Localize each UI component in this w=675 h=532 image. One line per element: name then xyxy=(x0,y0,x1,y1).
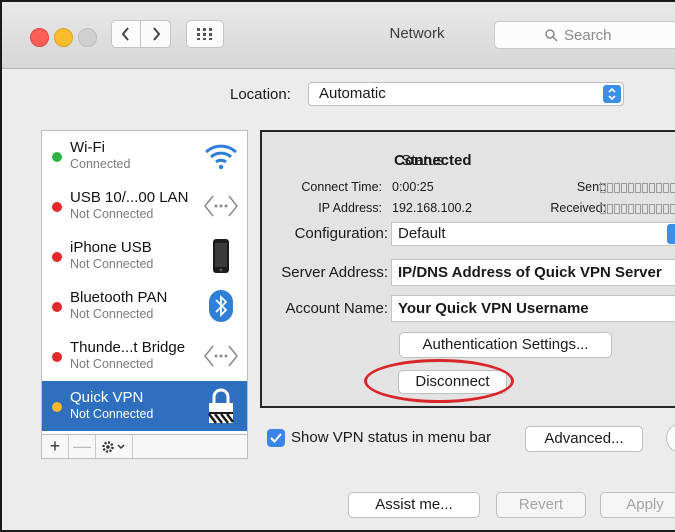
service-name: iPhone USB xyxy=(70,239,152,256)
status-dot xyxy=(52,302,62,312)
gear-icon xyxy=(102,440,125,453)
connect-time-value: 0:00:25 xyxy=(392,180,434,194)
location-value: Automatic xyxy=(319,85,386,102)
vpn-lock-icon xyxy=(202,387,240,425)
zoom-window-button[interactable] xyxy=(78,28,97,47)
service-name: Quick VPN xyxy=(70,389,144,406)
highlight-ring xyxy=(364,359,514,403)
location-label: Location: xyxy=(230,86,291,103)
search-placeholder: Search xyxy=(564,26,612,44)
status-dot xyxy=(52,202,62,212)
service-status: Not Connected xyxy=(70,207,154,221)
grid-icon xyxy=(197,28,212,40)
search-field[interactable]: Search xyxy=(494,21,675,49)
ip-address-label: IP Address: xyxy=(318,201,382,215)
bluetooth-icon xyxy=(202,287,240,325)
status-dot xyxy=(52,402,62,412)
service-item-bluetooth-pan[interactable]: Bluetooth PAN Not Connected xyxy=(42,281,247,331)
advanced-button[interactable]: Advanced... xyxy=(525,426,643,452)
close-window-button[interactable] xyxy=(30,28,49,47)
select-stepper-icon xyxy=(603,85,621,103)
status-dot xyxy=(52,252,62,262)
ethernet-arrows-icon xyxy=(202,337,240,375)
server-address-label: Server Address: xyxy=(281,264,388,281)
received-label: Received: xyxy=(550,201,606,215)
wifi-icon xyxy=(202,137,240,175)
configuration-label: Configuration: xyxy=(294,225,388,242)
apply-button[interactable]: Apply xyxy=(600,492,675,518)
service-list: Wi-Fi Connected USB 10/...00 LAN Not Con… xyxy=(41,130,248,435)
service-item-iphone-usb[interactable]: iPhone USB Not Connected xyxy=(42,231,247,281)
account-name-field[interactable]: Your Quick VPN Username xyxy=(391,295,675,322)
service-status: Not Connected xyxy=(70,257,154,271)
service-name: Wi-Fi xyxy=(70,139,105,156)
server-address-field[interactable]: IP/DNS Address of Quick VPN Server xyxy=(391,259,675,286)
iphone-icon xyxy=(202,237,240,275)
show-all-button[interactable] xyxy=(186,20,224,48)
chevron-right-icon xyxy=(152,27,160,41)
checkmark-icon xyxy=(270,433,282,443)
select-stepper-icon xyxy=(667,224,675,244)
service-item-thunderbolt-bridge[interactable]: Thunde...t Bridge Not Connected xyxy=(42,331,247,381)
service-name: Thunde...t Bridge xyxy=(70,339,186,356)
back-button[interactable] xyxy=(111,20,141,48)
help-button[interactable]: ? xyxy=(666,423,675,453)
remove-service-button[interactable]: — xyxy=(69,435,96,458)
configuration-value: Default xyxy=(398,225,446,242)
sent-meter xyxy=(600,183,675,194)
received-meter xyxy=(600,204,675,215)
back-forward-group xyxy=(111,20,171,48)
vpn-detail-panel: Status: Connected Connect Time: 0:00:25 … xyxy=(260,130,675,408)
authentication-settings-button[interactable]: Authentication Settings... xyxy=(399,332,612,358)
service-status: Not Connected xyxy=(70,407,154,421)
revert-button[interactable]: Revert xyxy=(496,492,586,518)
service-name: USB 10/...00 LAN xyxy=(70,189,189,206)
ip-address-value: 192.168.100.2 xyxy=(392,201,472,215)
service-status: Not Connected xyxy=(70,307,154,321)
configuration-select[interactable]: Default xyxy=(391,222,675,246)
status-dot xyxy=(52,152,62,162)
title-bar: Network Search xyxy=(2,2,675,69)
service-item-quick-vpn[interactable]: Quick VPN Not Connected xyxy=(42,381,247,431)
service-item-usb-lan[interactable]: USB 10/...00 LAN Not Connected xyxy=(42,181,247,231)
service-list-toolbar: + — xyxy=(41,435,248,459)
account-name-value: Your Quick VPN Username xyxy=(398,300,589,317)
ethernet-arrows-icon xyxy=(202,187,240,225)
show-vpn-status-checkbox[interactable] xyxy=(267,429,285,447)
service-status: Not Connected xyxy=(70,357,154,371)
show-vpn-status-label: Show VPN status in menu bar xyxy=(291,429,492,446)
forward-button[interactable] xyxy=(141,20,171,48)
minimize-window-button[interactable] xyxy=(54,28,73,47)
service-name: Bluetooth PAN xyxy=(70,289,168,306)
account-name-label: Account Name: xyxy=(285,300,388,317)
service-actions-button[interactable] xyxy=(96,435,133,458)
status-value: Connected xyxy=(394,152,472,169)
add-service-button[interactable]: + xyxy=(42,435,69,458)
connect-time-label: Connect Time: xyxy=(301,180,382,194)
service-item-wifi[interactable]: Wi-Fi Connected xyxy=(42,131,247,181)
server-address-value: IP/DNS Address of Quick VPN Server xyxy=(398,264,662,281)
status-dot xyxy=(52,352,62,362)
service-status: Connected xyxy=(70,157,131,171)
window-title: Network xyxy=(389,25,445,42)
search-icon xyxy=(545,28,558,42)
location-select[interactable]: Automatic xyxy=(308,82,624,106)
network-preferences-window: Network Search Location: Automatic Wi-Fi… xyxy=(0,0,675,532)
assist-me-button[interactable]: Assist me... xyxy=(348,492,480,518)
chevron-left-icon xyxy=(121,27,129,41)
